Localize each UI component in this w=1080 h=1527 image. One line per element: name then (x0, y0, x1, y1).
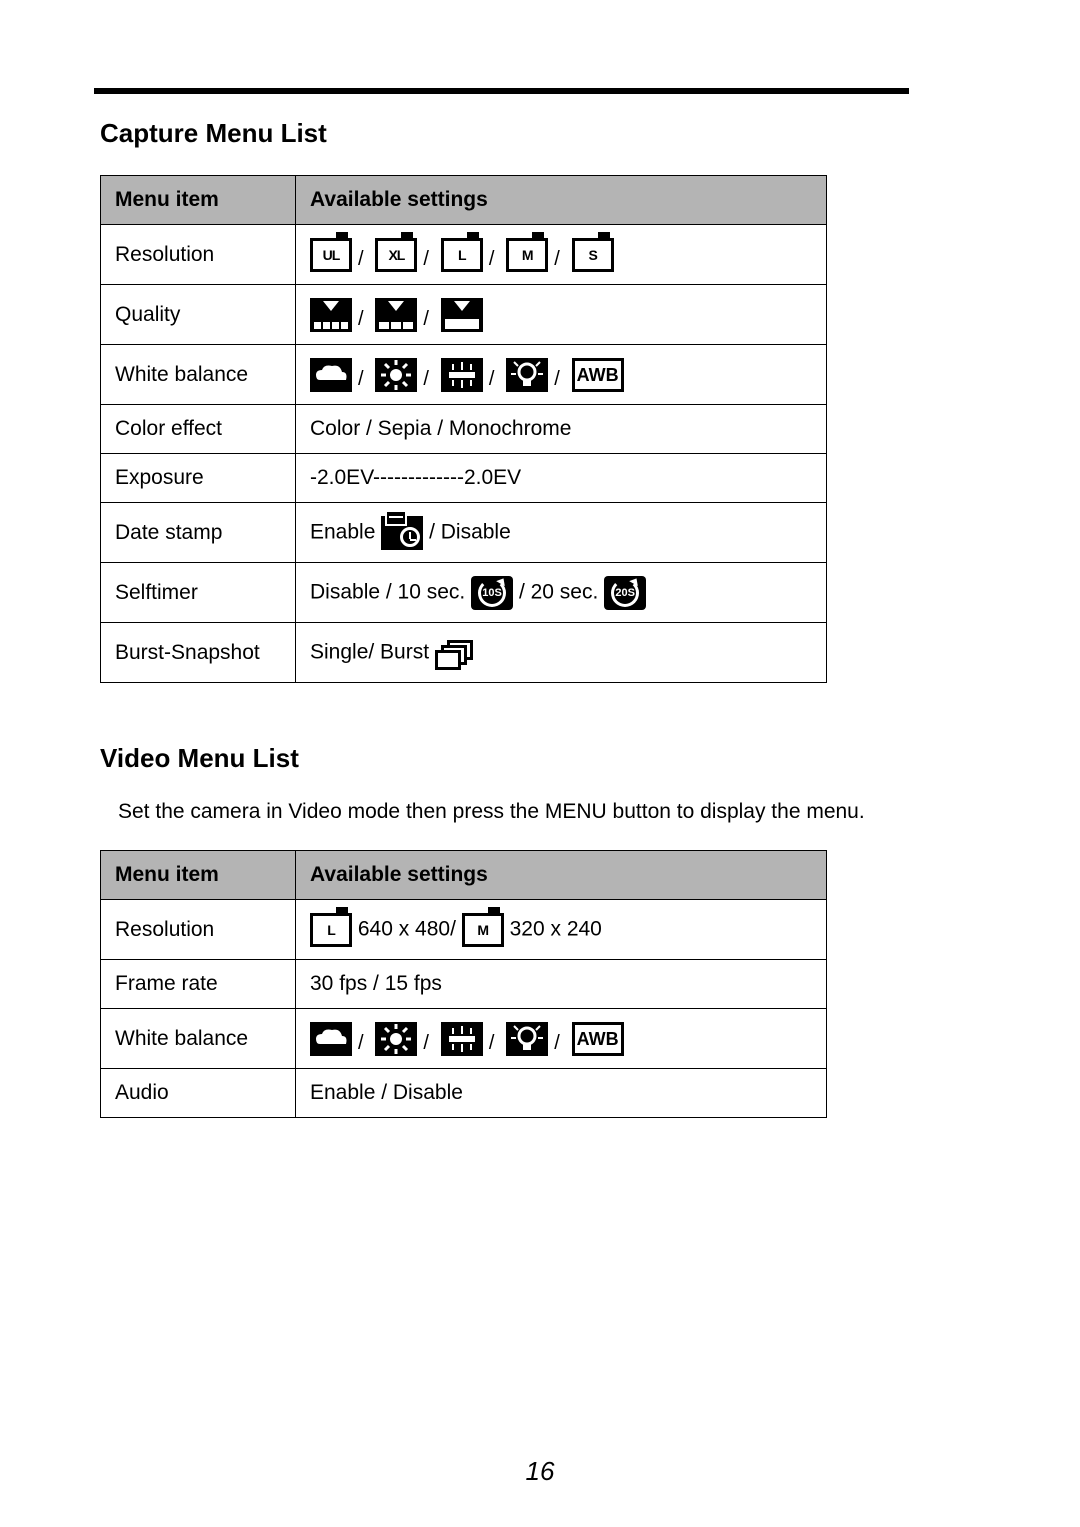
label-exposure: Exposure (101, 454, 296, 503)
settings-quality: / / (296, 285, 827, 345)
quality-low-icon (441, 298, 483, 332)
label-audio: Audio (101, 1069, 296, 1118)
wb-sunny-icon (375, 358, 417, 392)
wb-sunny-icon (375, 1022, 417, 1056)
video-menu-table: Menu item Available settings Resolution … (100, 850, 827, 1118)
settings-frame-rate: 30 fps / 15 fps (296, 960, 827, 1009)
timer-10s-icon: 10S (471, 576, 513, 610)
header-settings: Available settings (296, 176, 827, 225)
wb-tungsten-icon (506, 358, 548, 392)
resolution-l-icon: L (310, 913, 352, 947)
burst-icon (435, 636, 477, 670)
table-header-row: Menu item Available settings (101, 176, 827, 225)
row-color-effect: Color effect Color / Sepia / Monochrome (101, 405, 827, 454)
label-burst: Burst-Snapshot (101, 623, 296, 683)
settings-selftimer: Disable / 10 sec. 10S / 20 sec. 20S (296, 563, 827, 623)
wb-fluorescent-icon (441, 1022, 483, 1056)
header-menu-item: Menu item (101, 176, 296, 225)
page-number: 16 (0, 1456, 1080, 1487)
label-date-stamp: Date stamp (101, 503, 296, 563)
header-settings: Available settings (296, 851, 827, 900)
resolution-s-icon: S (572, 238, 614, 272)
video-title: Video Menu List (100, 743, 909, 774)
video-intro: Set the camera in Video mode then press … (118, 800, 909, 824)
row-quality: Quality / / (101, 285, 827, 345)
row-frame-rate: Frame rate 30 fps / 15 fps (101, 960, 827, 1009)
settings-burst: Single/ Burst (296, 623, 827, 683)
table-header-row: Menu item Available settings (101, 851, 827, 900)
wb-cloudy-icon (310, 358, 352, 392)
page-top-rule (94, 88, 909, 94)
resolution-xl-icon: XL (375, 238, 417, 272)
wb-cloudy-icon (310, 1022, 352, 1056)
row-video-wb: White balance / / / / AWB (101, 1009, 827, 1069)
resolution-m-icon: M (462, 913, 504, 947)
label-white-balance: White balance (101, 345, 296, 405)
page-content: Capture Menu List Menu item Available se… (94, 118, 909, 1178)
wb-awb-icon: AWB (572, 358, 624, 392)
settings-date-stamp: Enable / Disable (296, 503, 827, 563)
label-video-resolution: Resolution (101, 900, 296, 960)
row-date-stamp: Date stamp Enable / Disable (101, 503, 827, 563)
date-stamp-icon (381, 516, 423, 550)
wb-fluorescent-icon (441, 358, 483, 392)
resolution-ul-icon: UL (310, 238, 352, 272)
settings-audio: Enable / Disable (296, 1069, 827, 1118)
label-quality: Quality (101, 285, 296, 345)
row-exposure: Exposure -2.0EV-------------2.0EV (101, 454, 827, 503)
resolution-m-icon: M (506, 238, 548, 272)
label-selftimer: Selftimer (101, 563, 296, 623)
timer-20s-icon: 20S (604, 576, 646, 610)
label-color-effect: Color effect (101, 405, 296, 454)
settings-color-effect: Color / Sepia / Monochrome (296, 405, 827, 454)
quality-med-icon (375, 298, 417, 332)
label-frame-rate: Frame rate (101, 960, 296, 1009)
settings-white-balance: / / / / AWB (296, 345, 827, 405)
row-audio: Audio Enable / Disable (101, 1069, 827, 1118)
row-burst: Burst-Snapshot Single/ Burst (101, 623, 827, 683)
settings-resolution: UL/ XL/ L/ M/ S (296, 225, 827, 285)
capture-menu-table: Menu item Available settings Resolution … (100, 175, 827, 683)
row-video-resolution: Resolution L 640 x 480/ M 320 x 240 (101, 900, 827, 960)
label-resolution: Resolution (101, 225, 296, 285)
quality-high-icon (310, 298, 352, 332)
video-section: Video Menu List Set the camera in Video … (94, 743, 909, 1118)
settings-video-wb: / / / / AWB (296, 1009, 827, 1069)
header-menu-item: Menu item (101, 851, 296, 900)
label-video-wb: White balance (101, 1009, 296, 1069)
settings-video-resolution: L 640 x 480/ M 320 x 240 (296, 900, 827, 960)
settings-exposure: -2.0EV-------------2.0EV (296, 454, 827, 503)
wb-tungsten-icon (506, 1022, 548, 1056)
row-white-balance: White balance / / / / AWB (101, 345, 827, 405)
wb-awb-icon: AWB (572, 1022, 624, 1056)
capture-title: Capture Menu List (100, 118, 909, 149)
resolution-l-icon: L (441, 238, 483, 272)
row-selftimer: Selftimer Disable / 10 sec. 10S / 20 sec… (101, 563, 827, 623)
row-resolution: Resolution UL/ XL/ L/ M/ S (101, 225, 827, 285)
